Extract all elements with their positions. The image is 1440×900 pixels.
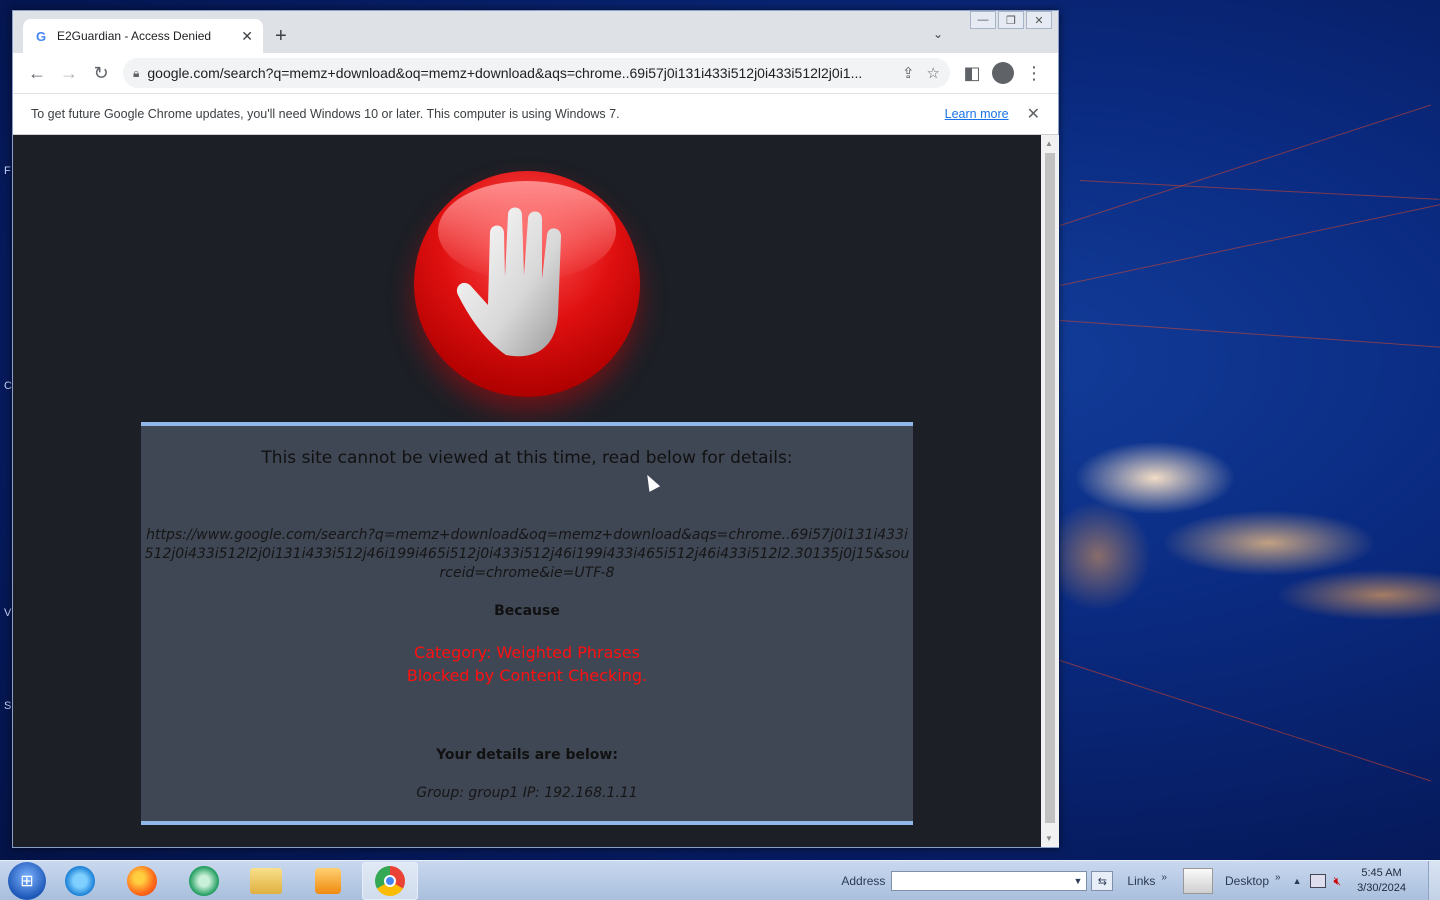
close-window-button[interactable]: ✕ bbox=[1026, 11, 1052, 29]
url-text[interactable]: google.com/search?q=memz+download&oq=mem… bbox=[147, 65, 890, 81]
taskbar-internet-explorer[interactable] bbox=[52, 862, 108, 900]
windows-logo-icon: ⊞ bbox=[20, 872, 34, 890]
learn-more-link[interactable]: Learn more bbox=[945, 107, 1009, 121]
blocked-url: https://www.google.com/search?q=memz+dow… bbox=[144, 527, 910, 581]
minimize-button[interactable]: — bbox=[970, 11, 996, 29]
details-title: Your details are below: bbox=[436, 747, 618, 763]
taskbar-chrome[interactable] bbox=[362, 861, 418, 900]
address-bar[interactable]: 🔒︎ google.com/search?q=memz+download&oq=… bbox=[123, 58, 950, 88]
maximize-button[interactable]: ❐ bbox=[998, 11, 1024, 29]
google-favicon-icon: G bbox=[35, 28, 47, 44]
page-content: This site cannot be viewed at this time,… bbox=[13, 135, 1041, 847]
because-label: Because bbox=[494, 603, 560, 619]
show-desktop-button[interactable] bbox=[1428, 861, 1440, 900]
wallpaper-jellyfish bbox=[1060, 400, 1440, 660]
clock-time: 5:45 AM bbox=[1361, 867, 1402, 879]
block-reason: Blocked by Content Checking. bbox=[406, 666, 648, 685]
infobar-close-icon[interactable]: ✕ bbox=[1027, 104, 1040, 124]
chrome-menu-icon[interactable]: ⋮ bbox=[1018, 57, 1050, 89]
tray-expand-icon[interactable]: ▲ bbox=[1293, 876, 1302, 886]
infobar-message: To get future Google Chrome updates, you… bbox=[31, 107, 620, 121]
denied-heading: This site cannot be viewed at this time,… bbox=[261, 448, 793, 468]
go-button[interactable]: ⇆ bbox=[1091, 871, 1114, 891]
desktop-icon-label: C bbox=[4, 380, 12, 392]
start-button[interactable]: ⊞ bbox=[8, 861, 46, 900]
back-icon[interactable]: ← bbox=[21, 57, 53, 89]
clock-date: 3/30/2024 bbox=[1357, 882, 1406, 894]
access-denied-panel: This site cannot be viewed at this time,… bbox=[141, 422, 913, 825]
tab-e2guardian[interactable]: G E2Guardian - Access Denied ✕ bbox=[23, 19, 263, 53]
update-infobar: To get future Google Chrome updates, you… bbox=[13, 93, 1058, 135]
desktop-icon-label: F bbox=[4, 165, 11, 177]
internet-explorer-icon bbox=[65, 865, 95, 896]
scroll-thumb[interactable] bbox=[1045, 153, 1055, 823]
tab-title: E2Guardian - Access Denied bbox=[57, 29, 212, 43]
chrome-icon bbox=[375, 865, 405, 896]
side-panel-icon[interactable]: ◧ bbox=[956, 57, 988, 89]
dropdown-arrow-icon[interactable]: ▼ bbox=[1073, 876, 1082, 886]
pen-tablet-icon[interactable] bbox=[1182, 868, 1213, 894]
reload-icon[interactable]: ↻ bbox=[85, 57, 117, 89]
desktop-icon-label: V bbox=[4, 607, 12, 619]
page-scrollbar[interactable]: ▲ ▼ bbox=[1041, 135, 1059, 847]
address-toolbar-label: Address bbox=[841, 874, 886, 888]
chevron-icon[interactable]: » bbox=[1161, 872, 1167, 883]
media-player-icon bbox=[315, 867, 341, 894]
browser-toolbar: ← → ↻ 🔒︎ google.com/search?q=memz+downlo… bbox=[13, 53, 1058, 93]
chrome-window: G E2Guardian - Access Denied ✕ + ⌄ — ❐ ✕… bbox=[12, 10, 1059, 848]
taskbar-teamviewer[interactable] bbox=[176, 862, 232, 900]
tab-strip: G E2Guardian - Access Denied ✕ + ⌄ — ❐ ✕ bbox=[13, 11, 1058, 53]
tab-search-icon[interactable]: ⌄ bbox=[933, 27, 943, 41]
folder-icon bbox=[250, 867, 282, 894]
share-icon[interactable]: ⇪ bbox=[902, 64, 915, 82]
firefox-icon bbox=[127, 865, 157, 896]
profile-avatar-icon[interactable] bbox=[992, 62, 1014, 84]
bookmark-star-icon[interactable]: ☆ bbox=[927, 64, 940, 82]
stop-hand-icon bbox=[414, 171, 640, 397]
scroll-down-icon[interactable]: ▼ bbox=[1045, 834, 1053, 843]
system-clock[interactable]: 5:45 AM 3/30/2024 bbox=[1357, 866, 1406, 896]
network-icon[interactable] bbox=[1309, 874, 1326, 888]
block-category: Category: Weighted Phrases bbox=[414, 643, 640, 662]
taskbar-media-player[interactable] bbox=[300, 862, 356, 900]
taskbar: ⊞ Address ▼ ⇆ Links » Desktop » ▲ 🔇︎ 5:4… bbox=[0, 860, 1440, 900]
chevron-icon[interactable]: » bbox=[1275, 872, 1281, 883]
scroll-up-icon[interactable]: ▲ bbox=[1045, 139, 1053, 148]
forward-icon[interactable]: → bbox=[53, 57, 85, 89]
tab-close-icon[interactable]: ✕ bbox=[241, 28, 253, 45]
links-toolbar-label[interactable]: Links bbox=[1127, 874, 1155, 888]
taskbar-firefox[interactable] bbox=[114, 862, 170, 900]
user-details: Group: group1 IP: 192.168.1.11 bbox=[416, 785, 638, 801]
teamviewer-icon bbox=[189, 865, 219, 896]
lock-icon[interactable]: 🔒︎ bbox=[133, 66, 139, 81]
desktop-toolbar-label[interactable]: Desktop bbox=[1225, 874, 1269, 888]
desktop-icon-label: S bbox=[4, 700, 12, 712]
new-tab-button[interactable]: + bbox=[275, 25, 287, 48]
taskbar-file-explorer[interactable] bbox=[238, 862, 294, 900]
volume-muted-icon[interactable]: 🔇︎ bbox=[1334, 874, 1342, 889]
taskbar-address-input[interactable]: ▼ bbox=[891, 871, 1088, 891]
